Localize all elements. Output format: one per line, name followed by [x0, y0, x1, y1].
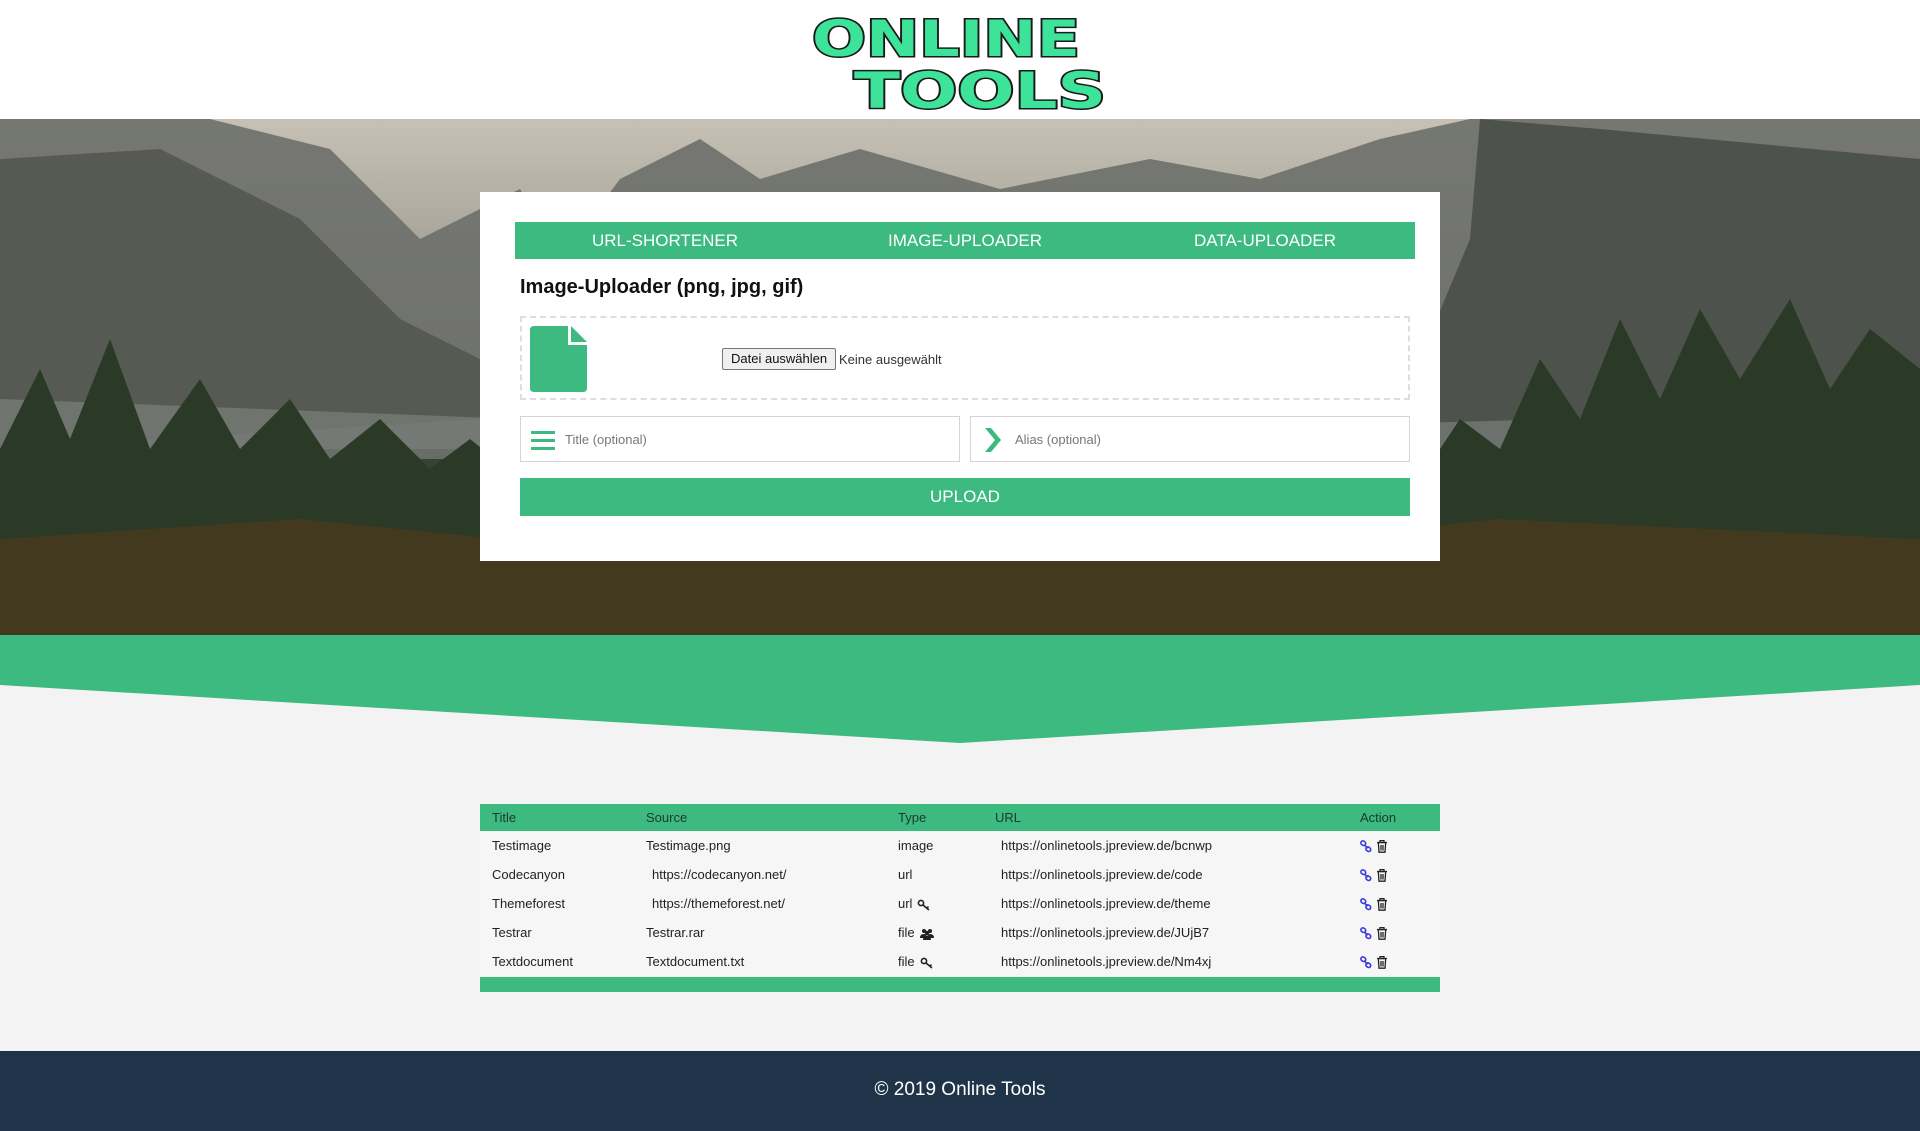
cell-title: Textdocument — [492, 954, 573, 969]
svg-text:TOOLS: TOOLS — [854, 62, 1106, 113]
header-url: URL — [995, 810, 1022, 825]
link-icon[interactable] — [1360, 898, 1372, 911]
trash-icon[interactable] — [1376, 869, 1388, 882]
link-icon[interactable] — [1360, 869, 1372, 882]
table-header: Title Source Type URL Action — [480, 804, 1440, 831]
site-footer: © 2019 Online Tools — [0, 1051, 1920, 1131]
cell-action — [1360, 889, 1388, 918]
header-type: Type — [898, 810, 927, 825]
cell-url[interactable]: https://onlinetools.jpreview.de/code — [1001, 860, 1203, 889]
title-input[interactable] — [565, 417, 950, 461]
cell-source: Testimage.png — [646, 838, 731, 853]
cell-action — [1360, 947, 1388, 976]
table-row: Testimage Testimage.png image https://on… — [480, 831, 1440, 860]
cell-title: Testimage — [492, 838, 552, 853]
no-file-selected-text: Keine ausgewählt — [839, 352, 942, 367]
table-row: Testrar Testrar.rar file https://onlinet… — [480, 918, 1440, 947]
table-row: Themeforest https://themeforest.net/ url… — [480, 889, 1440, 918]
uploads-table: Title Source Type URL Action Testimage T… — [480, 804, 1440, 992]
cell-source: Testrar.rar — [646, 925, 705, 940]
link-icon[interactable] — [1360, 840, 1372, 853]
tab-url-shortener[interactable]: URL-SHORTENER — [515, 222, 815, 259]
cell-action — [1360, 918, 1388, 947]
tool-tabs: URL-SHORTENER IMAGE-UPLOADER DATA-UPLOAD… — [515, 222, 1415, 259]
cell-source[interactable]: https://codecanyon.net/ — [652, 860, 786, 889]
site-logo[interactable]: ONLINE TOOLS — [810, 8, 1110, 114]
tab-image-uploader[interactable]: IMAGE-UPLOADER — [815, 222, 1115, 259]
chevron-right-icon — [985, 428, 1001, 452]
choose-file-button[interactable]: Datei auswählen — [722, 348, 837, 370]
cell-title: Testrar — [492, 925, 532, 940]
cell-source[interactable]: https://themeforest.net/ — [652, 889, 785, 918]
alias-input[interactable] — [1015, 417, 1400, 461]
uploader-title: Image-Uploader (png, jpg, gif) — [520, 276, 804, 298]
cell-type: file — [898, 918, 934, 947]
cell-url[interactable]: https://onlinetools.jpreview.de/Nm4xj — [1001, 947, 1211, 976]
svg-text:ONLINE: ONLINE — [812, 10, 1080, 68]
key-icon — [920, 957, 933, 969]
cell-type: url — [898, 889, 931, 918]
link-icon[interactable] — [1360, 956, 1372, 969]
cell-type: image — [898, 838, 934, 853]
cell-type: url — [898, 867, 913, 882]
uploader-card: URL-SHORTENER IMAGE-UPLOADER DATA-UPLOAD… — [480, 192, 1440, 561]
table-row: Textdocument Textdocument.txt file https… — [480, 947, 1440, 976]
cell-title: Themeforest — [492, 896, 565, 911]
link-icon[interactable] — [1360, 927, 1372, 940]
upload-button[interactable]: UPLOAD — [520, 478, 1410, 516]
trash-icon[interactable] — [1376, 840, 1388, 853]
file-icon — [530, 326, 587, 392]
trash-icon[interactable] — [1376, 927, 1388, 940]
cell-title: Codecanyon — [492, 867, 565, 882]
copyright-text: © 2019 Online Tools — [874, 1079, 1046, 1100]
menu-icon — [531, 431, 555, 450]
cell-url[interactable]: https://onlinetools.jpreview.de/bcnwp — [1001, 831, 1212, 860]
table-row: Codecanyon https://codecanyon.net/ url h… — [480, 860, 1440, 889]
key-icon — [918, 899, 930, 911]
cell-url[interactable]: https://onlinetools.jpreview.de/JUjB7 — [1001, 918, 1209, 947]
header-source: Source — [646, 810, 688, 825]
site-header: ONLINE TOOLS — [0, 0, 1920, 119]
decorative-band — [0, 635, 1920, 745]
header-action: Action — [1360, 810, 1397, 825]
trash-icon[interactable] — [1376, 898, 1388, 911]
header-title: Title — [492, 810, 517, 825]
alias-field — [970, 416, 1410, 462]
file-dropzone[interactable]: Datei auswählen Keine ausgewählt — [520, 316, 1410, 400]
tab-data-uploader[interactable]: DATA-UPLOADER — [1115, 222, 1415, 259]
cell-action — [1360, 860, 1388, 889]
cell-action — [1360, 831, 1388, 860]
table-footer — [480, 977, 1440, 992]
title-field — [520, 416, 960, 462]
cell-url[interactable]: https://onlinetools.jpreview.de/theme — [1001, 889, 1211, 918]
users-icon — [919, 928, 934, 940]
cell-type: file — [898, 947, 934, 976]
cell-source: Textdocument.txt — [646, 954, 745, 969]
trash-icon[interactable] — [1376, 956, 1388, 969]
